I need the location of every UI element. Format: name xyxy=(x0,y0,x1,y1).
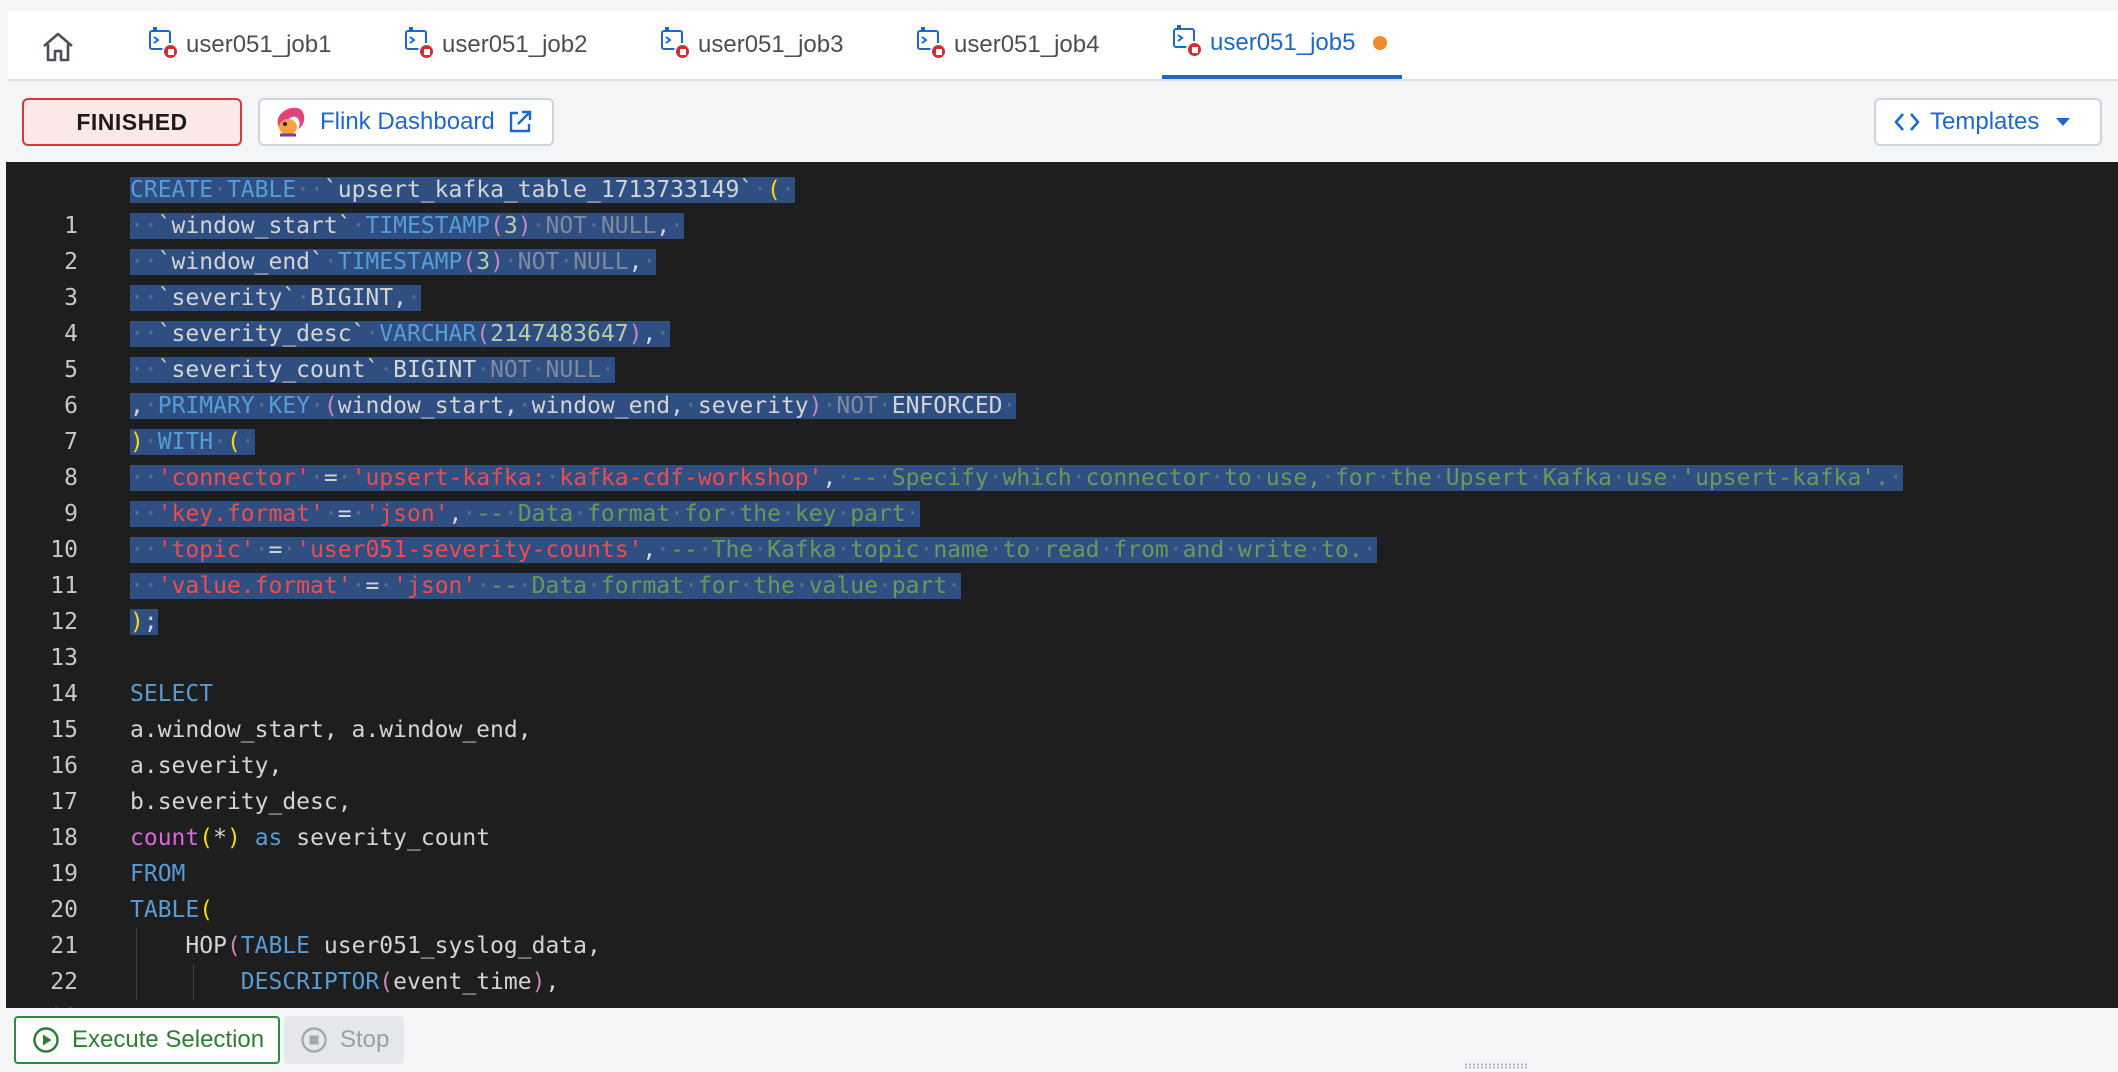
line-content: ··`severity_desc`·VARCHAR(2147483647),· xyxy=(130,321,671,347)
line-content: ··`window_end`·TIMESTAMP(3)·NOT·NULL,· xyxy=(130,249,657,275)
editor-toolbar: FINISHED Flink Dashboard Templates xyxy=(8,82,2118,162)
job-stopped-icon xyxy=(660,27,694,63)
code-line: 13 ); xyxy=(6,604,2118,671)
code-line: 19 count(*) as severity_count xyxy=(6,820,2118,887)
job-tab-bar: user051_job1 user051_job2 user051_job3 u… xyxy=(8,11,2118,81)
stop-label: Stop xyxy=(340,1026,390,1053)
tab-label: user051_job1 xyxy=(186,31,332,58)
line-content: a.severity, xyxy=(130,753,283,779)
home-tab[interactable] xyxy=(38,27,78,67)
code-line: 3 ··`window_end`·TIMESTAMP(3)·NOT·NULL,· xyxy=(6,244,2118,311)
line-content: ··`window_start`·TIMESTAMP(3)·NOT·NULL,· xyxy=(130,213,685,239)
code-line: 11 ··'topic'·=·'user051-severity-counts'… xyxy=(6,532,2118,599)
code-line: 18 b.severity_desc, xyxy=(6,784,2118,851)
code-line: 17 a.severity, xyxy=(6,748,2118,815)
line-content: TABLE( xyxy=(130,897,214,923)
code-line: 7 ,·PRIMARY·KEY·(window_start,·window_en… xyxy=(6,388,2118,455)
tab-user051-job3[interactable]: user051_job3 xyxy=(650,11,857,79)
tab-user051-job5[interactable]: user051_job5 xyxy=(1162,11,1402,79)
unsaved-indicator-dot xyxy=(1373,36,1388,50)
code-line: 21 TABLE( xyxy=(6,892,2118,959)
squirrel-logo-icon xyxy=(277,107,305,137)
code-line: 10 ··'key.format'·=·'json',·--·Data·form… xyxy=(6,496,2118,563)
code-lines: 1 CREATE·TABLE··`upsert_kafka_table_1713… xyxy=(6,172,2118,1008)
bottom-action-bar: Execute Selection Stop xyxy=(0,1008,2118,1072)
line-content: ··`severity_count`·BIGINT·NOT·NULL· xyxy=(130,357,615,383)
code-line: 22 HOP(TABLE user051_syslog_data, xyxy=(6,928,2118,995)
line-content: CREATE·TABLE··`upsert_kafka_table_171373… xyxy=(130,177,795,203)
job-stopped-icon xyxy=(1172,25,1206,61)
code-line: 12 ··'value.format'·=·'json'·--·Data·for… xyxy=(6,568,2118,635)
line-number: 23 xyxy=(6,1000,78,1008)
line-content: ··'value.format'·=·'json'·--·Data·format… xyxy=(130,573,962,599)
tab-user051-job4[interactable]: user051_job4 xyxy=(906,11,1113,79)
code-line: 8 )·WITH·(· xyxy=(6,424,2118,491)
stop-button[interactable]: Stop xyxy=(284,1016,404,1064)
line-content: ··'key.format'·=·'json',·--·Data·format·… xyxy=(130,501,920,527)
code-line: 14 xyxy=(6,640,2118,707)
line-content: a.window_start, a.window_end, xyxy=(130,717,532,743)
code-line: 5 ··`severity_desc`·VARCHAR(2147483647),… xyxy=(6,316,2118,383)
line-content: )·WITH·(· xyxy=(130,429,255,455)
job-stopped-icon xyxy=(916,27,950,63)
code-line: 23 DESCRIPTOR(event_time), xyxy=(6,964,2118,1008)
code-line: 1 CREATE·TABLE··`upsert_kafka_table_1713… xyxy=(6,172,2118,239)
line-content: SELECT xyxy=(130,681,214,707)
code-line: 16 a.window_start, a.window_end, xyxy=(6,712,2118,779)
job-status-badge: FINISHED xyxy=(22,98,242,146)
external-link-icon xyxy=(509,110,531,133)
code-line: 20 FROM xyxy=(6,856,2118,923)
code-icon xyxy=(1894,113,1920,131)
resize-handle[interactable] xyxy=(1464,1063,1528,1069)
line-content: ··`severity`·BIGINT,· xyxy=(130,285,421,311)
execute-selection-label: Execute Selection xyxy=(72,1026,265,1053)
tab-user051-job1[interactable]: user051_job1 xyxy=(138,11,345,79)
job-stopped-icon xyxy=(404,27,438,63)
line-content: ··'topic'·=·'user051-severity-counts',·-… xyxy=(130,537,1377,563)
line-content: HOP(TABLE user051_syslog_data, xyxy=(130,933,601,959)
line-content: FROM xyxy=(130,861,186,887)
line-content: ··'connector'·=·'upsert-kafka:·kafka-cdf… xyxy=(130,465,1903,491)
tab-label: user051_job3 xyxy=(698,31,844,58)
flink-dashboard-button[interactable]: Flink Dashboard xyxy=(258,98,554,146)
line-content: count(*) as severity_count xyxy=(130,825,491,851)
line-content: ); xyxy=(130,609,158,635)
caret-down-icon xyxy=(2056,118,2071,126)
line-content: DESCRIPTOR(event_time), xyxy=(240,969,560,995)
tab-label: user051_job5 xyxy=(1210,29,1356,56)
flink-dashboard-label: Flink Dashboard xyxy=(320,108,495,135)
templates-dropdown-button[interactable]: Templates xyxy=(1874,98,2102,146)
job-stopped-icon xyxy=(148,27,182,63)
home-icon xyxy=(43,32,73,62)
tab-label: user051_job2 xyxy=(442,31,588,58)
code-line: 4 ··`severity`·BIGINT,· xyxy=(6,280,2118,347)
templates-label: Templates xyxy=(1930,108,2040,135)
code-line: 9 ··'connector'·=·'upsert-kafka:·kafka-c… xyxy=(6,460,2118,527)
execute-selection-button[interactable]: Execute Selection xyxy=(14,1016,280,1064)
tab-user051-job2[interactable]: user051_job2 xyxy=(394,11,601,79)
sql-code-editor[interactable]: 1 CREATE·TABLE··`upsert_kafka_table_1713… xyxy=(6,162,2118,1008)
play-circle-icon xyxy=(33,1027,59,1053)
line-content: ,·PRIMARY·KEY·(window_start,·window_end,… xyxy=(130,393,1017,419)
code-line: 2 ··`window_start`·TIMESTAMP(3)·NOT·NULL… xyxy=(6,208,2118,275)
tab-label: user051_job4 xyxy=(954,31,1100,58)
code-line: 15 SELECT xyxy=(6,676,2118,743)
stop-circle-icon xyxy=(301,1027,327,1053)
line-content: b.severity_desc, xyxy=(130,789,352,815)
code-line: 6 ··`severity_count`·BIGINT·NOT·NULL· xyxy=(6,352,2118,419)
